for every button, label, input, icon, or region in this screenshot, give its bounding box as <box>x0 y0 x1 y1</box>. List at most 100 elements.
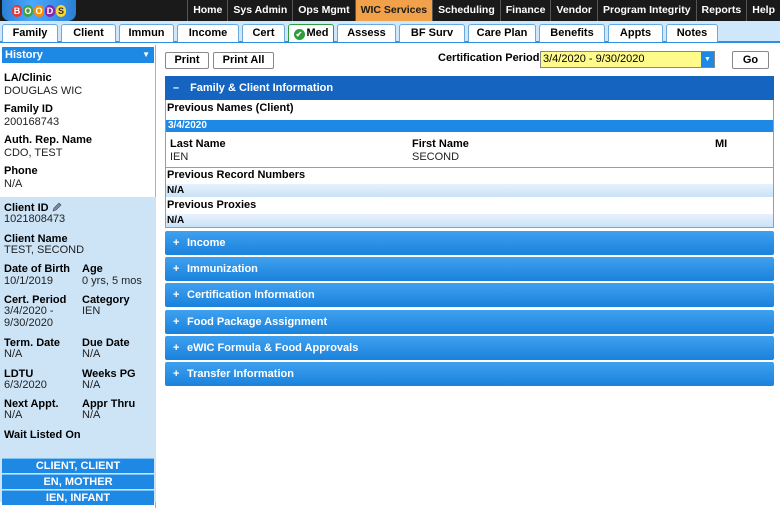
family-client-section-header[interactable]: – Family & Client Information <box>165 76 774 100</box>
history-label: History <box>5 49 43 61</box>
la-clinic-value: DOUGLAS WIC <box>4 85 83 97</box>
logo-letter: B <box>12 4 22 17</box>
appr-thru-value: N/A <box>82 409 101 421</box>
family-id-value: 200168743 <box>4 116 60 128</box>
menu-finance[interactable]: Finance <box>499 0 551 21</box>
la-clinic-label: LA/Clinic <box>4 72 52 84</box>
expand-icon: + <box>173 263 180 275</box>
household-member-infant[interactable]: IEN, INFANT <box>2 490 154 505</box>
tab-income[interactable]: Income <box>177 24 239 42</box>
client-details: Client ID 1021808473 Client Name TEST, S… <box>0 197 156 502</box>
client-summary-panel: History ▼ LA/Clinic DOUGLAS WIC Family I… <box>0 45 156 508</box>
col-first-name: First Name <box>412 138 469 150</box>
menu-sys-admin[interactable]: Sys Admin <box>227 0 292 21</box>
age-label: Age <box>82 263 103 275</box>
expand-icon: + <box>173 237 180 249</box>
collapse-icon: – <box>173 82 180 94</box>
tab-care-plan[interactable]: Care Plan <box>468 24 536 42</box>
section-title: Income <box>187 237 226 249</box>
pencil-icon <box>52 202 62 212</box>
logo-letter: S <box>56 4 66 17</box>
dob-label: Date of Birth <box>4 263 70 275</box>
income-section-header[interactable]: + Income <box>165 231 774 255</box>
print-button[interactable]: Print <box>165 52 209 69</box>
logo-letter: O <box>34 4 44 17</box>
dob-value: 10/1/2019 <box>4 275 53 287</box>
tab-benefits[interactable]: Benefits <box>539 24 605 42</box>
transfer-section-header[interactable]: + Transfer Information <box>165 362 774 386</box>
menu-help[interactable]: Help <box>746 0 780 21</box>
age-value: 0 yrs, 5 mos <box>82 275 142 287</box>
auth-rep-value: CDO, TEST <box>4 147 63 159</box>
term-date-value: N/A <box>4 348 23 360</box>
family-client-section-body: Previous Names (Client) 3/4/2020 Last Na… <box>165 100 774 228</box>
menu-ops-mgmt[interactable]: Ops Mgmt <box>292 0 354 21</box>
expand-icon: + <box>173 289 180 301</box>
menu-wic-services[interactable]: WIC Services <box>354 0 433 21</box>
tab-bf-surv[interactable]: BF Surv <box>399 24 465 42</box>
prev-proxies-value: N/A <box>166 214 773 227</box>
household-member-mother[interactable]: EN, MOTHER <box>2 474 154 489</box>
certification-section-header[interactable]: + Certification Information <box>165 283 774 307</box>
section-title: Immunization <box>187 263 258 275</box>
tab-bar: Family Client Immun Income Cert ✔ Med Ass… <box>0 21 780 43</box>
prev-records-value: N/A <box>166 184 773 197</box>
menu-program-integrity[interactable]: Program Integrity <box>597 0 696 21</box>
section-title: Food Package Assignment <box>187 316 328 328</box>
col-mi: MI <box>715 138 728 150</box>
ewic-approvals-section-header[interactable]: + eWIC Formula & Food Approvals <box>165 336 774 360</box>
prev-proxies-label: Previous Proxies <box>167 199 257 211</box>
menu-reports[interactable]: Reports <box>695 0 747 21</box>
tab-client[interactable]: Client <box>61 24 116 42</box>
cert-period-start: 3/4/2020 - <box>4 305 54 317</box>
section-title: eWIC Formula & Food Approvals <box>187 342 359 354</box>
tab-med[interactable]: ✔ Med <box>288 24 334 42</box>
due-date-value: N/A <box>82 348 101 360</box>
family-id-label: Family ID <box>4 103 53 115</box>
next-appt-value: N/A <box>4 409 23 421</box>
client-id-value: 1021808473 <box>4 213 66 225</box>
check-icon: ✔ <box>293 29 305 40</box>
cert-period-selected: 3/4/2020 - 9/30/2020 <box>543 53 645 65</box>
food-package-section-header[interactable]: + Food Package Assignment <box>165 310 774 334</box>
history-dropdown[interactable]: History ▼ <box>2 47 154 63</box>
cert-period-select-label: Certification Period: <box>438 52 544 64</box>
tab-appts[interactable]: Appts <box>608 24 663 42</box>
menu-scheduling[interactable]: Scheduling <box>432 0 500 21</box>
col-last-name: Last Name <box>170 138 226 150</box>
top-menu: Home Sys Admin Ops Mgmt WIC Services Sch… <box>187 0 780 21</box>
auth-rep-label: Auth. Rep. Name <box>4 134 93 146</box>
logo-letter: O <box>23 4 33 17</box>
phone-value: N/A <box>4 178 23 190</box>
prev-names-label: Previous Names (Client) <box>167 102 294 114</box>
tab-assess[interactable]: Assess <box>337 24 396 42</box>
tab-med-label: Med <box>306 27 329 39</box>
app-logo[interactable]: B O O D S <box>2 0 76 21</box>
print-all-button[interactable]: Print All <box>213 52 274 69</box>
divider <box>166 167 773 168</box>
expand-icon: + <box>173 316 180 328</box>
ldtu-value: 6/3/2020 <box>4 379 47 391</box>
last-name-value: IEN <box>170 151 189 163</box>
expand-icon: + <box>173 368 180 380</box>
phone-label: Phone <box>4 165 38 177</box>
menu-vendor[interactable]: Vendor <box>550 0 597 21</box>
prev-records-label: Previous Record Numbers <box>167 169 306 181</box>
tab-immun[interactable]: Immun <box>119 24 174 42</box>
tab-cert[interactable]: Cert <box>242 24 285 42</box>
chevron-down-icon: ▼ <box>142 50 150 59</box>
section-title: Family & Client Information <box>190 82 334 94</box>
household-member-client[interactable]: CLIENT, CLIENT <box>2 458 154 473</box>
top-bar: B O O D S Home Sys Admin Ops Mgmt WIC Se… <box>0 0 780 21</box>
go-button[interactable]: Go <box>732 51 769 69</box>
expand-icon: + <box>173 342 180 354</box>
first-name-value: SECOND <box>412 151 460 163</box>
tab-notes[interactable]: Notes <box>666 24 718 42</box>
tab-family[interactable]: Family <box>2 24 58 42</box>
cert-period-select[interactable]: 3/4/2020 - 9/30/2020 ▼ <box>540 51 715 68</box>
prev-names-date: 3/4/2020 <box>166 120 773 132</box>
immunization-section-header[interactable]: + Immunization <box>165 257 774 281</box>
category-value: IEN <box>82 305 101 317</box>
logo-letter: D <box>45 4 55 17</box>
menu-home[interactable]: Home <box>187 0 227 21</box>
